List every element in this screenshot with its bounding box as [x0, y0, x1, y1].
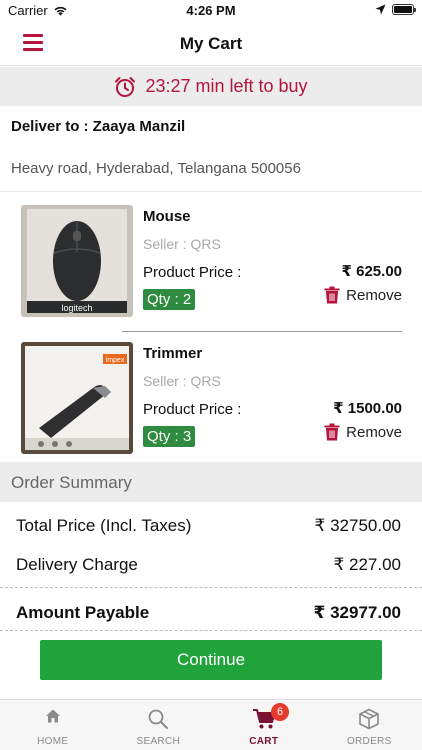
tab-search[interactable]: SEARCH — [106, 700, 212, 750]
tab-orders-label: ORDERS — [346, 736, 392, 747]
battery-icon — [392, 4, 416, 15]
amount-payable-value: ₹ 32977.00 — [313, 603, 401, 622]
cart-item: impex Trimmer Seller : QRS Product Price… — [20, 342, 402, 455]
total-price-label: Total Price (Incl. Taxes) — [16, 516, 192, 535]
cart-item: logitech Mouse Seller : QRS Product Pric… — [20, 205, 402, 318]
page-title: My Cart — [179, 34, 243, 53]
status-time: 4:26 PM — [186, 3, 236, 18]
home-icon — [45, 709, 60, 723]
remove-label: Remove — [346, 423, 402, 441]
product-price: ₹ 625.00 — [341, 263, 402, 280]
item-divider — [122, 331, 402, 332]
product-image-brand: impex — [106, 357, 125, 364]
trash-icon — [324, 286, 340, 304]
trash-icon — [324, 423, 340, 441]
tab-home[interactable]: HOME — [0, 700, 106, 750]
timer-text: 23:27 min left to buy — [145, 76, 308, 96]
tab-cart[interactable]: 6 CART — [211, 700, 317, 750]
tab-cart-label: CART — [249, 736, 279, 747]
deliver-to-label: Deliver to : Zaaya Manzil — [11, 118, 186, 135]
amount-payable-label: Amount Payable — [16, 603, 150, 622]
divider — [0, 191, 422, 192]
order-summary-header: Order Summary — [0, 462, 422, 502]
product-name: Mouse — [143, 208, 191, 225]
order-summary-title: Order Summary — [11, 473, 132, 492]
product-price-label: Product Price : — [143, 401, 242, 418]
delivery-address: Heavy road, Hyderabad, Telangana 500056 — [11, 160, 301, 177]
remove-button[interactable]: Remove — [324, 286, 402, 304]
remove-label: Remove — [346, 286, 402, 304]
total-price-value: ₹ 32750.00 — [314, 516, 401, 535]
tab-search-label: SEARCH — [136, 736, 180, 747]
tab-home-label: HOME — [37, 736, 69, 747]
product-seller: Seller : QRS — [143, 236, 221, 252]
product-image: impex — [21, 342, 133, 454]
location-arrow-icon — [375, 4, 386, 15]
cart-count-badge: 6 — [271, 703, 289, 721]
tab-orders[interactable]: ORDERS — [317, 700, 422, 750]
quantity-badge[interactable]: Qty : 2 — [143, 289, 196, 310]
search-icon — [148, 709, 169, 729]
product-name: Trimmer — [143, 345, 203, 362]
alarm-clock-icon — [115, 76, 136, 97]
continue-button[interactable]: Continue — [40, 640, 382, 680]
delivery-charge-label: Delivery Charge — [16, 555, 138, 574]
box-icon — [359, 708, 380, 730]
dashed-divider — [0, 630, 422, 631]
bottom-tab-bar: HOME SEARCH 6 CART ORDERS — [0, 699, 422, 750]
status-indicators — [375, 4, 416, 15]
remove-button[interactable]: Remove — [324, 423, 402, 441]
product-image-brand: logitech — [61, 303, 92, 313]
product-image: logitech — [21, 205, 133, 317]
product-price-label: Product Price : — [143, 264, 242, 281]
dashed-divider — [0, 587, 422, 588]
product-seller: Seller : QRS — [143, 373, 221, 389]
timer-bar: 23:27 min left to buy — [0, 67, 422, 106]
quantity-badge[interactable]: Qty : 3 — [143, 426, 196, 447]
delivery-charge-value: ₹ 227.00 — [333, 555, 401, 574]
status-bar: Carrier 4:26 PM — [0, 0, 422, 22]
product-price: ₹ 1500.00 — [333, 400, 402, 417]
app-header: My Cart — [0, 22, 422, 66]
